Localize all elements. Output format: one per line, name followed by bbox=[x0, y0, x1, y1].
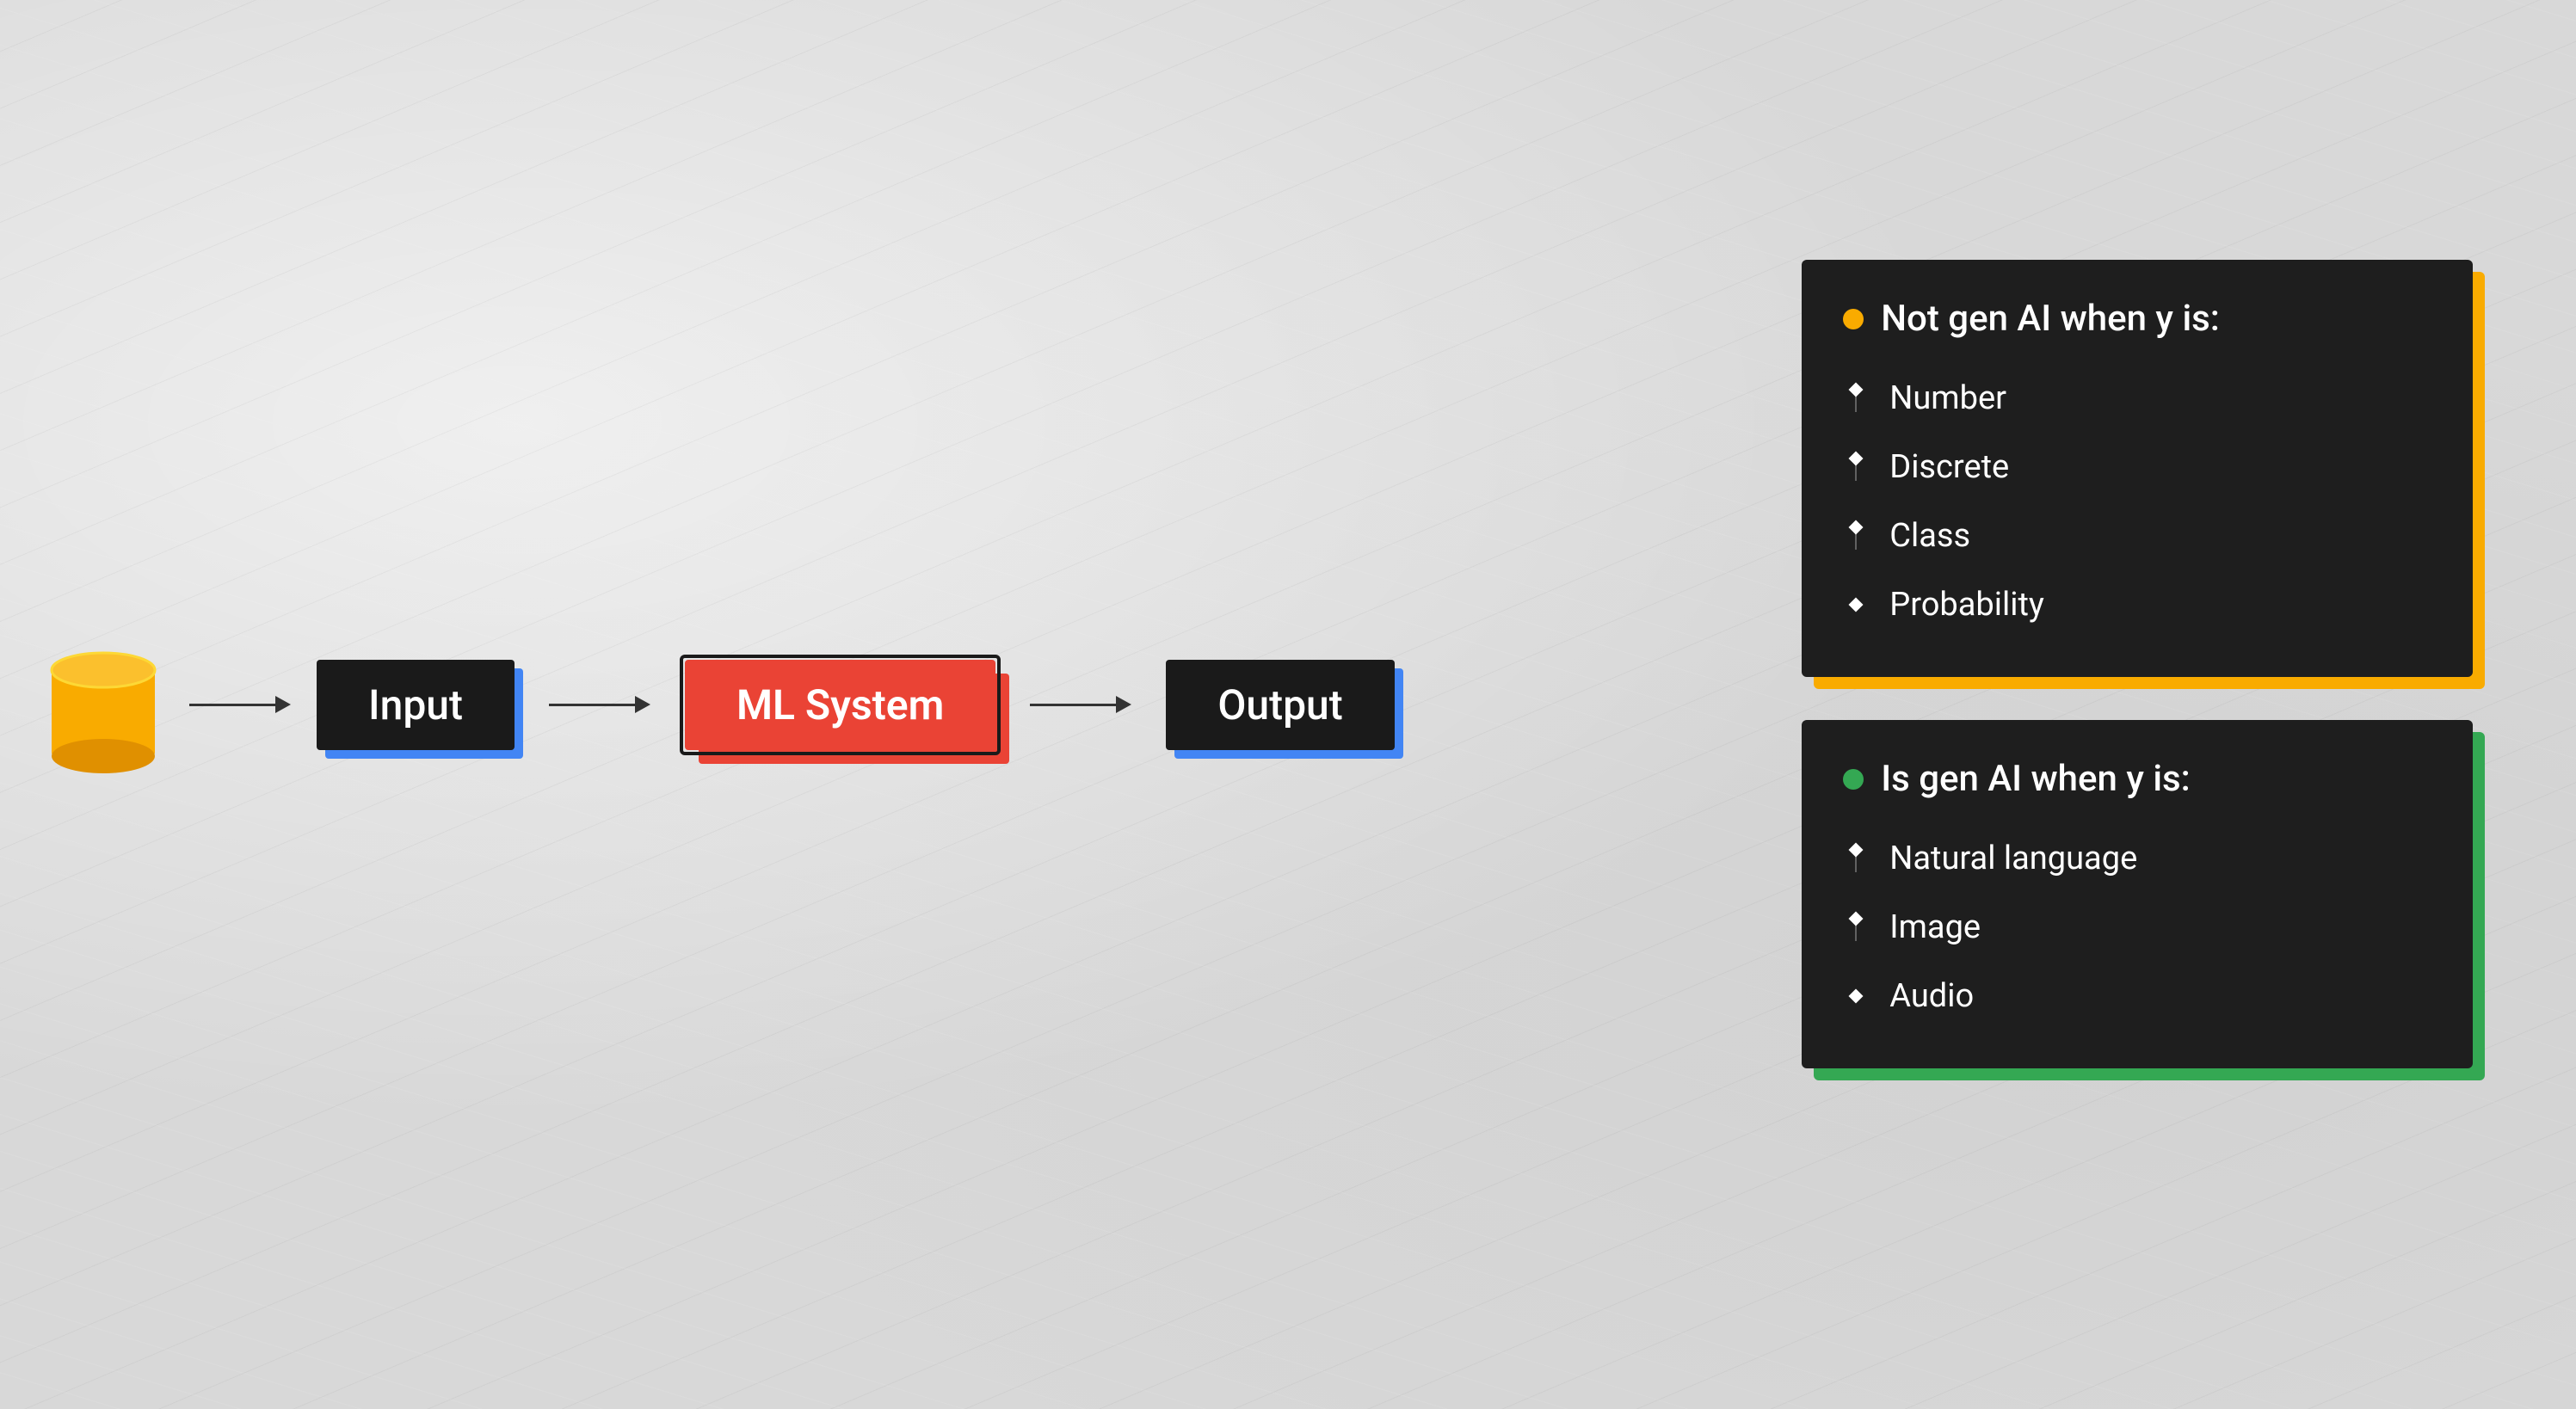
line-container-2 bbox=[1843, 453, 1869, 481]
item-label-image: Image bbox=[1869, 893, 1981, 962]
line-container-3 bbox=[1843, 522, 1869, 550]
line-container-7 bbox=[1843, 991, 1869, 1001]
gen-ai-dot bbox=[1843, 769, 1864, 790]
diamond-icon bbox=[1849, 989, 1864, 1004]
list-item: Audio bbox=[1843, 962, 2431, 1031]
diamond-icon bbox=[1849, 452, 1864, 466]
vertical-line bbox=[1855, 855, 1857, 872]
arrow-ml-to-output bbox=[1030, 696, 1131, 713]
item-label-discrete: Discrete bbox=[1869, 433, 2009, 501]
output-label: Output bbox=[1166, 660, 1394, 750]
diamond-icon bbox=[1849, 843, 1864, 858]
diamond-icon bbox=[1849, 912, 1864, 926]
gen-ai-body: Is gen AI when y is: Natural language bbox=[1802, 720, 2473, 1068]
line-container-5 bbox=[1843, 845, 1869, 872]
list-item: Probability bbox=[1843, 570, 2431, 639]
line-container-1 bbox=[1843, 385, 1869, 412]
database-icon bbox=[43, 631, 163, 778]
database-step bbox=[43, 631, 163, 778]
output-box: Output bbox=[1166, 660, 1394, 750]
list-item: Number bbox=[1843, 364, 2431, 433]
list-item: Natural language bbox=[1843, 824, 2431, 893]
gen-ai-card: Is gen AI when y is: Natural language bbox=[1802, 720, 2473, 1068]
output-box-step: Output bbox=[1166, 660, 1394, 750]
not-gen-ai-title: Not gen AI when y is: bbox=[1881, 298, 2220, 340]
vertical-line bbox=[1855, 395, 1857, 412]
line-container-4 bbox=[1843, 600, 1869, 610]
not-gen-ai-dot bbox=[1843, 309, 1864, 329]
not-gen-ai-header: Not gen AI when y is: bbox=[1843, 298, 2431, 340]
vertical-line bbox=[1855, 924, 1857, 941]
item-label-class: Class bbox=[1869, 501, 1970, 570]
main-canvas: Input ML System Output bbox=[0, 0, 2576, 1409]
gen-ai-header: Is gen AI when y is: bbox=[1843, 758, 2431, 800]
item-label-audio: Audio bbox=[1869, 962, 1974, 1031]
item-label-number: Number bbox=[1869, 364, 2006, 433]
ml-box: ML System bbox=[685, 660, 995, 750]
ml-outline bbox=[680, 655, 1001, 755]
info-cards: Not gen AI when y is: Number bbox=[1802, 260, 2473, 1068]
item-label-probability: Probability bbox=[1869, 570, 2044, 639]
ml-box-step: ML System bbox=[685, 660, 995, 750]
flow-diagram: Input ML System Output bbox=[43, 631, 1395, 778]
list-item: Class bbox=[1843, 501, 2431, 570]
item-label-language: Natural language bbox=[1869, 824, 2137, 893]
diamond-icon bbox=[1849, 383, 1864, 397]
input-box-step: Input bbox=[317, 660, 515, 750]
not-gen-ai-body: Not gen AI when y is: Number bbox=[1802, 260, 2473, 677]
not-gen-ai-items: Number Discrete Cl bbox=[1843, 364, 2431, 639]
list-item: Discrete bbox=[1843, 433, 2431, 501]
not-gen-ai-card: Not gen AI when y is: Number bbox=[1802, 260, 2473, 677]
list-item: Image bbox=[1843, 893, 2431, 962]
gen-ai-title: Is gen AI when y is: bbox=[1881, 758, 2190, 800]
vertical-line bbox=[1855, 464, 1857, 481]
diamond-icon bbox=[1849, 598, 1864, 612]
input-label: Input bbox=[317, 660, 515, 750]
arrow-input-to-ml bbox=[549, 696, 650, 713]
diamond-icon bbox=[1849, 520, 1864, 535]
line-container-6 bbox=[1843, 914, 1869, 941]
vertical-line bbox=[1855, 532, 1857, 550]
gen-ai-items: Natural language Image Audio bbox=[1843, 824, 2431, 1031]
input-box: Input bbox=[317, 660, 515, 750]
arrow-db-to-input bbox=[189, 696, 291, 713]
